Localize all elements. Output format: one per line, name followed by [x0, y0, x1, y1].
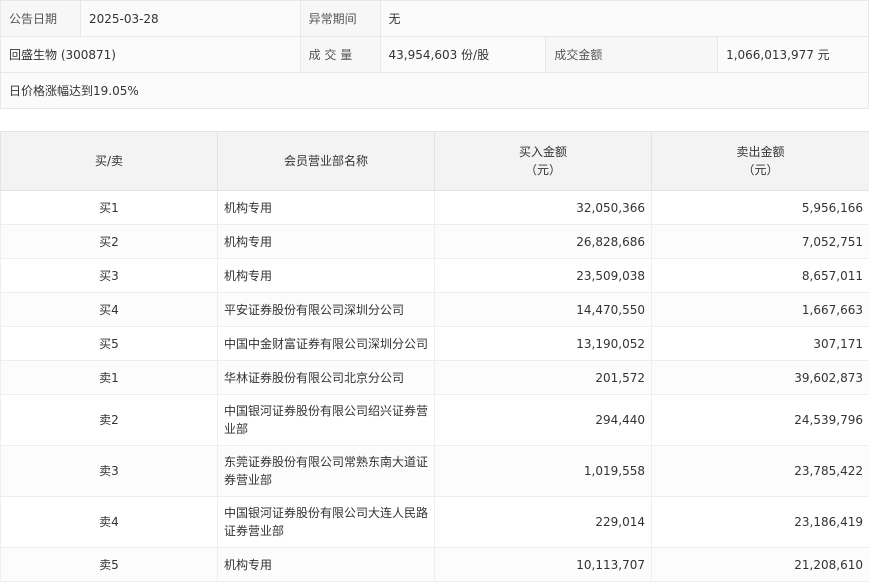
volume-label: 成 交 量: [300, 37, 380, 73]
row-sell: 7,052,751: [652, 225, 869, 259]
row-sell: 21,208,610: [652, 548, 869, 582]
amount-value: 1,066,013,977 元: [718, 37, 869, 73]
header-sell-unit: （元）: [742, 163, 778, 177]
row-sell: 1,667,663: [652, 293, 869, 327]
table-row: 卖5 机构专用 10,113,707 21,208,610: [1, 548, 869, 582]
row-side: 卖2: [1, 395, 218, 446]
row-sell: 8,657,011: [652, 259, 869, 293]
row-side: 买4: [1, 293, 218, 327]
row-buy: 1,019,558: [435, 446, 652, 497]
row-buy: 13,190,052: [435, 327, 652, 361]
table-row: 卖3 东莞证券股份有限公司常熟东南大道证券营业部 1,019,558 23,78…: [1, 446, 869, 497]
row-buy: 14,470,550: [435, 293, 652, 327]
row-side: 买1: [1, 191, 218, 225]
row-dept: 平安证券股份有限公司深圳分公司: [218, 293, 435, 327]
row-side: 卖4: [1, 497, 218, 548]
table-row: 买1 机构专用 32,050,366 5,956,166: [1, 191, 869, 225]
row-side: 买3: [1, 259, 218, 293]
row-buy: 294,440: [435, 395, 652, 446]
table-row: 买2 机构专用 26,828,686 7,052,751: [1, 225, 869, 259]
row-side: 卖1: [1, 361, 218, 395]
table-row: 买5 中国中金财富证券有限公司深圳分公司 13,190,052 307,171: [1, 327, 869, 361]
row-dept: 中国银河证券股份有限公司绍兴证券营业部: [218, 395, 435, 446]
row-sell: 307,171: [652, 327, 869, 361]
abnormal-label: 异常期间: [300, 1, 380, 37]
table-row: 卖2 中国银河证券股份有限公司绍兴证券营业部 294,440 24,539,79…: [1, 395, 869, 446]
date-value: 2025-03-28: [80, 1, 300, 37]
row-dept: 中国中金财富证券有限公司深圳分公司: [218, 327, 435, 361]
header-buy-unit: （元）: [525, 163, 561, 177]
table-row: 卖4 中国银河证券股份有限公司大连人民路证券营业部 229,014 23,186…: [1, 497, 869, 548]
header-sell: 卖出金额 （元）: [652, 132, 869, 191]
row-sell: 23,186,419: [652, 497, 869, 548]
stock-name: 回盛生物 (300871): [1, 37, 301, 73]
row-dept: 华林证券股份有限公司北京分公司: [218, 361, 435, 395]
row-dept: 中国银河证券股份有限公司大连人民路证券营业部: [218, 497, 435, 548]
date-label: 公告日期: [1, 1, 81, 37]
reason-text: 日价格涨幅达到19.05%: [1, 73, 869, 109]
table-row: 卖1 华林证券股份有限公司北京分公司 201,572 39,602,873: [1, 361, 869, 395]
row-sell: 39,602,873: [652, 361, 869, 395]
row-sell: 5,956,166: [652, 191, 869, 225]
row-dept: 东莞证券股份有限公司常熟东南大道证券营业部: [218, 446, 435, 497]
table-header-row: 买/卖 会员营业部名称 买入金额 （元） 卖出金额 （元）: [1, 132, 869, 191]
row-buy: 229,014: [435, 497, 652, 548]
row-side: 卖3: [1, 446, 218, 497]
row-side: 买2: [1, 225, 218, 259]
table-row: 买3 机构专用 23,509,038 8,657,011: [1, 259, 869, 293]
row-buy: 32,050,366: [435, 191, 652, 225]
trading-table: 买/卖 会员营业部名称 买入金额 （元） 卖出金额 （元） 买1 机构专用 32,0…: [0, 131, 869, 582]
row-dept: 机构专用: [218, 259, 435, 293]
row-sell: 23,785,422: [652, 446, 869, 497]
amount-label: 成交金额: [546, 37, 718, 73]
header-dept: 会员营业部名称: [218, 132, 435, 191]
header-sell-title: 卖出金额: [736, 145, 784, 159]
table-row: 买4 平安证券股份有限公司深圳分公司 14,470,550 1,667,663: [1, 293, 869, 327]
summary-table: 公告日期 2025-03-28 异常期间 无 回盛生物 (300871) 成 交…: [0, 0, 869, 109]
row-buy: 10,113,707: [435, 548, 652, 582]
row-dept: 机构专用: [218, 191, 435, 225]
header-buy: 买入金额 （元）: [435, 132, 652, 191]
row-dept: 机构专用: [218, 225, 435, 259]
row-buy: 201,572: [435, 361, 652, 395]
row-side: 买5: [1, 327, 218, 361]
header-buy-title: 买入金额: [519, 145, 567, 159]
abnormal-value: 无: [380, 1, 868, 37]
row-side: 卖5: [1, 548, 218, 582]
row-dept: 机构专用: [218, 548, 435, 582]
row-buy: 26,828,686: [435, 225, 652, 259]
row-buy: 23,509,038: [435, 259, 652, 293]
header-side: 买/卖: [1, 132, 218, 191]
volume-value: 43,954,603 份/股: [380, 37, 546, 73]
row-sell: 24,539,796: [652, 395, 869, 446]
